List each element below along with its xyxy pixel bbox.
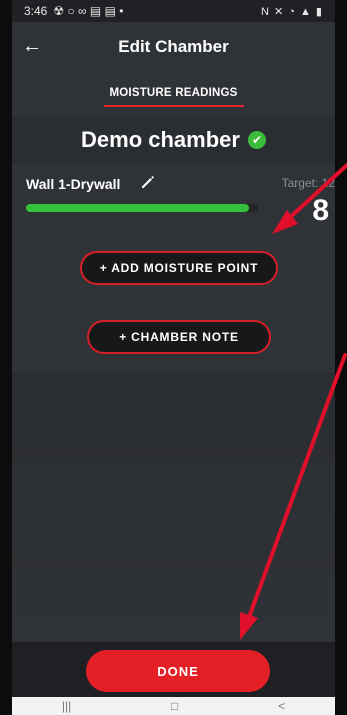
check-circle-icon: ✔ xyxy=(247,131,266,149)
moisture-progress-fill xyxy=(26,204,249,212)
recent-apps-icon[interactable]: ||| xyxy=(62,699,71,713)
status-bar: 3:46 ☢ ○ ∞ ▤ ▤ • N ✕ ◔ ▲ ▮ xyxy=(12,0,335,22)
phone-screen: 3:46 ☢ ○ ∞ ▤ ▤ • N ✕ ◔ ▲ ▮ ← Edit Chambe… xyxy=(12,0,335,715)
status-system-icons: N ✕ ◔ ▲ ▮ xyxy=(261,5,323,18)
back-arrow-icon[interactable]: ← xyxy=(20,34,44,58)
reading-value: 8 xyxy=(312,194,329,227)
actions-area: + ADD MOISTURE POINT + CHAMBER NOTE xyxy=(12,232,335,372)
screenshot-frame: 3:46 ☢ ○ ∞ ▤ ▤ • N ✕ ◔ ▲ ▮ ← Edit Chambe… xyxy=(0,0,347,715)
app-bar: ← Edit Chamber xyxy=(12,22,335,72)
add-moisture-point-button[interactable]: + ADD MOISTURE POINT xyxy=(80,251,278,285)
chamber-note-button[interactable]: + CHAMBER NOTE xyxy=(87,320,271,354)
nav-back-icon[interactable]: < xyxy=(278,699,285,713)
chamber-header: Demo chamber ✔ xyxy=(12,116,335,164)
done-button[interactable]: DONE xyxy=(86,650,270,692)
android-nav-bar: ||| □ < xyxy=(12,697,335,715)
home-icon[interactable]: □ xyxy=(171,699,178,713)
chamber-name: Demo chamber xyxy=(81,127,240,152)
moisture-progress-bar xyxy=(26,204,258,212)
tab-moisture-readings[interactable]: MOISTURE READINGS xyxy=(96,75,252,113)
reading-label: Wall 1-Drywall xyxy=(26,176,121,192)
reading-target: Target: 12 xyxy=(281,176,335,190)
pencil-icon[interactable] xyxy=(140,174,156,190)
moisture-reading-row[interactable]: Wall 1-Drywall Target: 12 8 xyxy=(12,164,335,232)
page-title: Edit Chamber xyxy=(118,37,229,56)
status-notification-icons: ☢ ○ ∞ ▤ ▤ • xyxy=(53,4,124,18)
footer-bar: DONE xyxy=(12,642,335,697)
tab-bar: MOISTURE READINGS xyxy=(12,72,335,116)
empty-content-area xyxy=(12,372,335,642)
status-time: 3:46 xyxy=(24,4,48,18)
